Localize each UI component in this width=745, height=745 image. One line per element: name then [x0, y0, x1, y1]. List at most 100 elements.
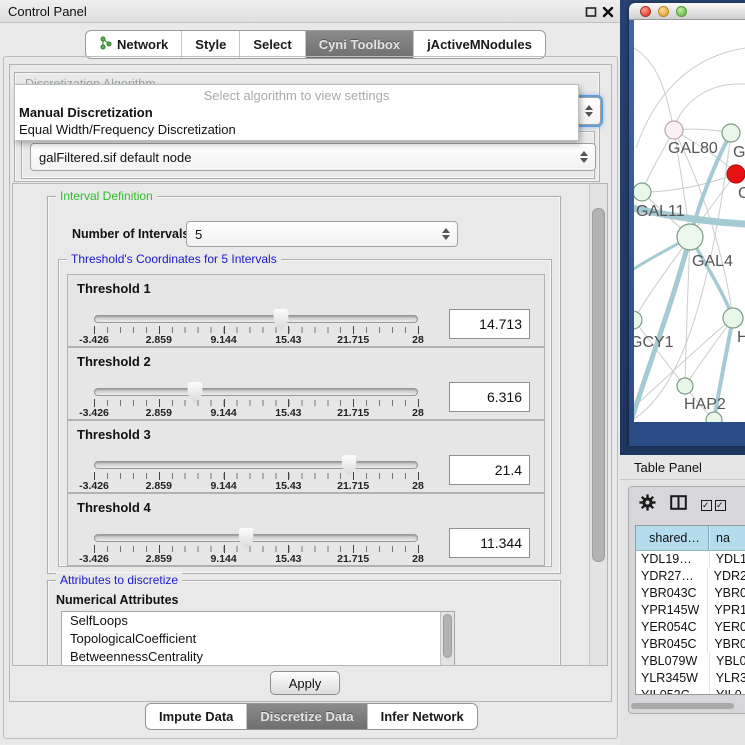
threshold-4-slider[interactable]	[94, 534, 418, 542]
algorithm-dropdown-popup: Select algorithm to view settings Manual…	[14, 84, 579, 141]
popup-option-manual-discretization[interactable]: Manual Discretization	[15, 104, 578, 121]
list-item[interactable]: TopologicalCoefficient	[62, 630, 454, 648]
node-label: GAL4	[692, 253, 733, 270]
number-of-intervals-label: Number of Intervals	[72, 227, 189, 241]
checkbox-checked-icon: ✓	[715, 500, 726, 511]
node-cut-top-right[interactable]	[722, 124, 740, 142]
threshold-3-value-field[interactable]: 21.4	[449, 455, 530, 485]
tab-discretize-data[interactable]: Discretize Data	[247, 704, 367, 729]
threshold-2-slider[interactable]	[94, 388, 418, 396]
combo-arrows-icon	[442, 228, 450, 240]
tab-impute-data[interactable]: Impute Data	[146, 704, 247, 729]
combo-arrows-icon	[585, 105, 593, 117]
list-item[interactable]: SelfLoops	[62, 612, 454, 630]
settings-scrollpane: Interval Definition Number of Intervals …	[12, 183, 608, 666]
attributes-group: Attributes to discretize Numerical Attri…	[47, 580, 561, 666]
number-of-intervals-value: 5	[195, 227, 202, 242]
slider-tick-labels: -3.4262.859 9.14415.43 21.71528	[94, 334, 418, 346]
settings-scrollbar[interactable]	[589, 184, 607, 665]
node-label: C	[738, 185, 745, 202]
table-data-value: galFiltered.sif default node	[39, 150, 191, 165]
table-row[interactable]: YBR043CYBR0	[636, 585, 745, 602]
tab-jactivemnodules[interactable]: jActiveMNodules	[414, 31, 545, 58]
node-cut-right[interactable]	[723, 308, 743, 328]
network-graph: GAL80 GA C GAL11 GAL4 GCY1 H HAP2	[634, 20, 745, 422]
numerical-attributes-list[interactable]: SelfLoops TopologicalCoefficient Between…	[61, 611, 455, 666]
table-row[interactable]: YDR27…YDR2	[636, 568, 745, 585]
apply-button[interactable]: Apply	[270, 671, 340, 695]
column-header[interactable]: shared…	[636, 526, 709, 550]
number-of-intervals-combobox[interactable]: 5	[186, 221, 458, 247]
threshold-coordinates-group: Threshold's Coordinates for 5 Intervals …	[58, 259, 552, 567]
node-gal11[interactable]	[634, 183, 651, 201]
tab-select[interactable]: Select	[240, 31, 305, 58]
slider-tick-labels: -3.4262.859 9.14415.43 21.71528	[94, 480, 418, 492]
table-row[interactable]: YBR045CYBR0	[636, 636, 745, 653]
node-attribute-table[interactable]: shared… na YDL19…YDL1 YDR27…YDR2 YBR043C…	[635, 525, 745, 695]
table-row[interactable]: YDL19…YDL1	[636, 551, 745, 568]
node-label: HAP2	[684, 396, 726, 413]
threshold-1-slider[interactable]	[94, 315, 418, 323]
node-label: H	[737, 329, 745, 346]
node-gal4[interactable]	[677, 224, 703, 250]
threshold-3-slider[interactable]	[94, 461, 418, 469]
threshold-coordinates-title: Threshold's Coordinates for 5 Intervals	[67, 252, 281, 266]
list-item[interactable]: BetweennessCentrality	[62, 648, 454, 666]
threshold-1-value-field[interactable]: 14.713	[449, 309, 530, 339]
popup-option-equal-width-frequency[interactable]: Equal Width/Frequency Discretization	[15, 121, 578, 138]
threshold-2-panel: Threshold 2 -3.4262.859 9.14415.43 21.71…	[67, 347, 545, 420]
threshold-2-value-field[interactable]: 6.316	[449, 382, 530, 412]
threshold-4-panel: Threshold 4 -3.4262.859 9.14415.43 21.71…	[67, 493, 545, 566]
column-visibility-icons[interactable]: ✓ ✓	[701, 500, 726, 511]
zoom-green-icon[interactable]	[676, 6, 687, 17]
table-row[interactable]: YPR145WYPR1	[636, 602, 745, 619]
threshold-3-label: Threshold 3	[77, 427, 151, 442]
network-canvas[interactable]: GAL80 GA C GAL11 GAL4 GCY1 H HAP2	[634, 20, 745, 422]
tab-infer-network[interactable]: Infer Network	[368, 704, 477, 729]
numerical-attributes-label: Numerical Attributes	[56, 593, 178, 607]
tab-style[interactable]: Style	[182, 31, 240, 58]
node-gal80[interactable]	[665, 121, 683, 139]
table-row[interactable]: YIL052CYIL0	[636, 687, 745, 695]
checkbox-checked-icon: ✓	[701, 500, 712, 511]
node-label: GA	[733, 144, 745, 161]
threshold-1-panel: Threshold 1 -3.4262.859 9.14415.43 21.71…	[67, 274, 545, 347]
tab-cyni-toolbox[interactable]: Cyni Toolbox	[306, 31, 414, 58]
tab-network[interactable]: Network	[86, 31, 182, 58]
network-icon	[99, 36, 112, 53]
list-scrollbar[interactable]	[440, 612, 454, 666]
control-panel-tabbar: Network Style Select Cyni Toolbox jActiv…	[85, 30, 546, 59]
table-panel-title: Table Panel	[620, 455, 745, 480]
node-gcy1[interactable]	[634, 311, 642, 329]
table-row[interactable]: YLR345WYLR3	[636, 670, 745, 687]
threshold-4-label: Threshold 4	[77, 500, 151, 515]
gear-icon[interactable]	[639, 494, 656, 516]
threshold-4-value-field[interactable]: 11.344	[449, 528, 530, 558]
node-red-selected[interactable]	[727, 165, 745, 183]
network-view-window: GAL80 GA C GAL11 GAL4 GCY1 H HAP2	[629, 3, 745, 446]
close-icon[interactable]	[602, 5, 614, 17]
minimize-yellow-icon[interactable]	[658, 6, 669, 17]
threshold-1-label: Threshold 1	[77, 281, 151, 296]
combo-arrows-icon	[580, 151, 588, 163]
node-cut-bottom[interactable]	[706, 412, 722, 422]
table-header-row: shared… na	[636, 526, 745, 551]
threshold-3-panel: Threshold 3 -3.4262.859 9.14415.43 21.71…	[67, 420, 545, 493]
node-label: GAL11	[636, 203, 685, 220]
float-icon[interactable]	[585, 5, 597, 17]
table-data-combobox[interactable]: galFiltered.sif default node	[30, 143, 596, 171]
slider-tick-labels: -3.4262.859 9.14415.43 21.71528	[94, 553, 418, 565]
node-hap2[interactable]	[677, 378, 693, 394]
interval-definition-title: Interval Definition	[56, 189, 157, 203]
control-panel-titlebar: Control Panel	[0, 0, 620, 23]
slider-ticks	[94, 546, 418, 552]
popup-hint: Select algorithm to view settings	[15, 85, 578, 104]
interval-definition-group: Interval Definition Number of Intervals …	[47, 196, 561, 574]
bottom-tabbar: Impute Data Discretize Data Infer Networ…	[145, 703, 478, 730]
close-red-icon[interactable]	[640, 6, 651, 17]
table-row[interactable]: YBL079WYBL0	[636, 653, 745, 670]
table-row[interactable]: YER054CYER0	[636, 619, 745, 636]
column-header[interactable]: na	[709, 526, 745, 550]
split-table-icon[interactable]	[670, 495, 687, 515]
table-horizontal-scrollbar[interactable]	[630, 702, 739, 710]
